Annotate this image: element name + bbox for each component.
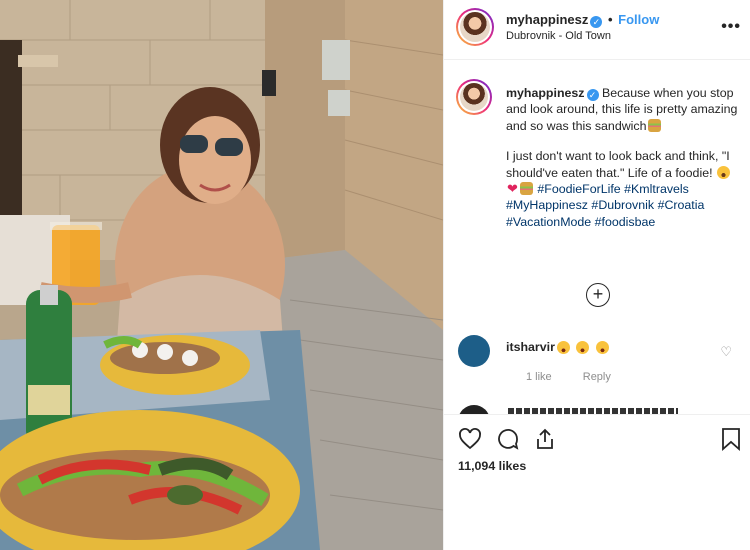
hashtag-link[interactable]: #VacationMode (506, 215, 591, 229)
caption-text-2: I just don't want to look back and think… (506, 149, 730, 180)
commenter-avatar[interactable] (458, 335, 490, 367)
verified-icon: ✓ (590, 16, 603, 28)
hashtag-link[interactable]: #MyHappinesz (506, 198, 588, 212)
post-actions: 11,094 likes (444, 414, 750, 550)
comment-likes[interactable]: 1 like (526, 371, 552, 383)
post-header: myhappinesz ✓ • Follow Dubrovnik - Old To… (444, 0, 750, 60)
caption-text: myhappinesz ✓ Because when you stop and l… (506, 85, 738, 230)
comment-meta: 1 like Reply (506, 371, 611, 383)
header-username[interactable]: myhappinesz (506, 12, 588, 27)
likes-count[interactable]: 11,094 likes (458, 459, 526, 473)
comment-partial (458, 405, 748, 414)
hashtag-link[interactable]: #Kmltravels (624, 182, 689, 196)
more-horizontal-icon[interactable]: ••• (721, 18, 741, 36)
caption-avatar[interactable] (456, 79, 492, 115)
comment: itsharvir ♡ 1 like Reply (456, 335, 746, 395)
hashtag-link[interactable]: #FoodieForLife (537, 182, 620, 196)
star-struck-emoji-icon (595, 341, 609, 354)
comment-icon[interactable] (496, 427, 520, 451)
photo-illustration (0, 0, 443, 550)
post-side-panel: myhappinesz ✓ • Follow Dubrovnik - Old To… (443, 0, 750, 550)
comments-area[interactable]: myhappinesz ✓ Because when you stop and l… (444, 61, 750, 414)
hashtag-link[interactable]: #Croatia (658, 198, 705, 212)
post-photo[interactable] (0, 0, 443, 550)
hashtag-link[interactable]: #Dubrovnik (591, 198, 654, 212)
laughing-emoji-icon (717, 165, 730, 179)
heart-icon[interactable] (458, 427, 482, 451)
star-struck-emoji-icon (557, 341, 570, 354)
header-user-line: myhappinesz ✓ • Follow (506, 12, 659, 28)
star-struck-emoji-icon (576, 341, 590, 354)
share-icon[interactable] (533, 427, 557, 451)
location-link[interactable]: Dubrovnik - Old Town (506, 30, 611, 42)
reply-button[interactable]: Reply (583, 371, 611, 383)
avatar[interactable] (456, 8, 494, 46)
comment-username[interactable]: itsharvir (506, 340, 555, 354)
bookmark-icon[interactable] (720, 427, 742, 451)
comment-like-icon[interactable]: ♡ (720, 344, 732, 360)
sandwich-emoji-icon (647, 118, 661, 132)
caption-username[interactable]: myhappinesz (506, 86, 585, 100)
heart-emoji-icon: ❤ (507, 181, 518, 197)
commenter-avatar[interactable] (458, 405, 490, 414)
hashtag-link[interactable]: #foodisbae (595, 215, 656, 229)
separator-dot: • (607, 12, 613, 27)
follow-button[interactable]: Follow (618, 12, 659, 27)
sandwich-emoji-icon (519, 182, 533, 196)
comment-emojis (556, 339, 610, 357)
verified-icon: ✓ (586, 89, 599, 101)
plus-circle-icon[interactable]: + (586, 283, 610, 307)
